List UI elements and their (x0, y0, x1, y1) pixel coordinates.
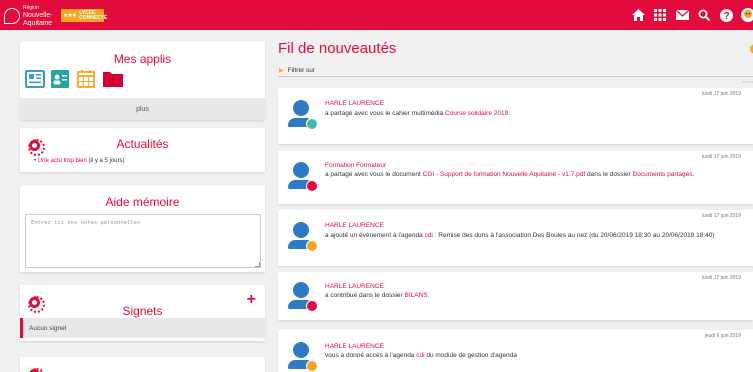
feed-item: lundi 17 juin 2019 HARLE LAURENCE a part… (278, 88, 753, 144)
feed-item-text: a contribué dans le dossier BILANS. (325, 292, 429, 299)
region-logo-line3: Aquitaine (23, 20, 53, 27)
top-icons: ? (623, 0, 753, 30)
my-apps-title: Mes applis (113, 52, 172, 66)
feed-item-date: lundi 17 juin 2019 (701, 213, 741, 219)
bookmarks-empty: Aucun signet (20, 318, 265, 338)
notification-badge-icon (306, 180, 318, 192)
feed-item-author[interactable]: Formation Formateur (325, 162, 386, 169)
feed-item-author[interactable]: HARLE LAURENCE (325, 283, 384, 290)
folder-icon[interactable] (103, 70, 123, 88)
lycee-connecte-logo[interactable]: ★★★ LYCÉE CONNECTÉ (61, 9, 108, 22)
feed-item-text: a partagé avec vous le document CGI - Su… (325, 171, 694, 178)
feed-filter-label: Filtrer sur (287, 67, 316, 74)
feed-item-date: lundi 17 juin 2019 (701, 91, 741, 97)
svg-text:?: ? (723, 11, 729, 22)
resize-handle-icon[interactable] (255, 262, 260, 267)
feed-item-link[interactable]: Course solidaire 2019 (445, 110, 508, 117)
region-logo[interactable]: Région Nouvelle- Aquitaine (4, 4, 53, 28)
feed-item-text-tail: . (508, 110, 511, 117)
feed-item-date: lundi 17 juin 2019 (701, 154, 741, 160)
feed-item-text: a partagé avec vous le cahier multimédia… (325, 110, 510, 117)
notification-badge-icon (306, 360, 318, 372)
help-icon[interactable]: ? (719, 8, 733, 22)
region-logo-text: Région Nouvelle- Aquitaine (23, 4, 53, 28)
feed-divider (278, 76, 753, 77)
news-title: Actualités (116, 137, 169, 151)
mark-all-read-link[interactable]: tout lu (742, 79, 753, 84)
feed-item-text-main: vous a donné accès à l'agenda (325, 352, 415, 359)
newspaper-icon[interactable] (25, 70, 45, 88)
contact-card-icon[interactable] (51, 70, 69, 88)
feed-item-text-tail: . (692, 171, 695, 178)
news-widget: Actualités • Une actu trop bien (il y a … (20, 128, 265, 172)
bookmarks-widget: Signets + Aucun signet (20, 285, 265, 341)
notification-badge-icon (306, 300, 318, 312)
apps-row (25, 70, 129, 88)
region-logo-line1: Région (23, 5, 39, 11)
memo-textarea[interactable]: Entrez ici vos notes personnelles (25, 214, 261, 268)
lycee-logo-line2: CONNECTÉ (79, 14, 108, 21)
feed-filter-toggle[interactable]: ▶ Filtrer sur (279, 67, 315, 74)
feed-item-link-secondary[interactable]: Documents partagés (633, 171, 693, 178)
feed-item-text-main: a partagé avec vous le cahier multimédia (325, 110, 444, 117)
feed-item-text-tail: du module de gestion d'agenda (424, 352, 517, 359)
feed-title: Fil de nouveautés (278, 40, 397, 57)
memo-widget: Aide mémoire Entrez ici vos notes person… (20, 186, 265, 272)
region-logo-mark (4, 8, 20, 24)
feed-item: lundi 17 juin 2019 HARLE LAURENCE a cont… (278, 272, 753, 320)
add-bookmark-icon[interactable]: + (247, 291, 256, 309)
stars-icon: ★★★ (63, 13, 77, 19)
feed-item: lundi 17 juin 2019 Formation Formateur a… (278, 151, 753, 204)
home-icon[interactable] (631, 8, 645, 22)
feed-item-link[interactable]: cdi (416, 352, 424, 359)
feed-item-date: lundi 17 juin 2019 (701, 275, 741, 281)
mail-icon[interactable] (675, 8, 689, 22)
calendar-icon[interactable] (77, 70, 95, 88)
user-avatar-icon[interactable] (741, 8, 753, 22)
feed-item-text-main: a partagé avec vous le document (325, 171, 421, 178)
feed-item-link[interactable]: cdi (425, 232, 433, 239)
my-apps-widget: Mes applis plus (20, 42, 265, 120)
feed-item-text-mid: dans le dossier (585, 171, 633, 178)
news-item: • Une actu trop bien (il y a 5 jours) (34, 158, 125, 164)
memo-title: Aide mémoire (105, 195, 180, 209)
feed-item-author[interactable]: HARLE LAURENCE (325, 343, 384, 350)
search-icon[interactable] (697, 8, 711, 22)
feed-item-author[interactable]: HARLE LAURENCE (325, 222, 384, 229)
notification-badge-icon (306, 118, 318, 130)
rss-widget (20, 357, 265, 372)
feed-item: lundi 17 juin 2019 HARLE LAURENCE a ajou… (278, 210, 753, 266)
news-item-meta: (il y a 5 jours) (88, 158, 125, 164)
bullet-icon: • (34, 158, 37, 164)
feed-item-link[interactable]: BILANS (405, 292, 428, 299)
region-logo-line2: Nouvelle- (23, 12, 53, 19)
feed-item-text-tail: : Remise des dons à l'association Des Bo… (432, 232, 715, 239)
feed-item-text-main: a ajouté un évènement à l'agenda (325, 232, 423, 239)
top-navbar: Région Nouvelle- Aquitaine ★★★ LYCÉE CON… (0, 0, 753, 30)
feed-item-date: jeudi 6 juin 2019 (704, 333, 741, 339)
notification-badge-icon (306, 240, 318, 252)
feed-item-author[interactable]: HARLE LAURENCE (325, 100, 384, 107)
more-apps-button[interactable]: plus (20, 98, 265, 120)
news-item-link[interactable]: Une actu trop bien (38, 158, 87, 164)
feed-item-text: vous a donné accès à l'agenda cdi du mod… (325, 352, 517, 359)
feed-item: jeudi 6 juin 2019 HARLE LAURENCE vous a … (278, 330, 753, 372)
triangle-right-icon: ▶ (279, 68, 284, 74)
bookmarks-title: Signets (122, 304, 163, 318)
apps-grid-icon[interactable] (653, 8, 667, 22)
feed-item-link[interactable]: CGI - Support de formation Nouvelle Aqui… (423, 171, 586, 178)
feed-item-text: a ajouté un évènement à l'agenda cdi : R… (325, 232, 715, 239)
feed-item-text-main: a contribué dans le dossier (325, 292, 403, 299)
feed-item-text-tail: . (427, 292, 430, 299)
